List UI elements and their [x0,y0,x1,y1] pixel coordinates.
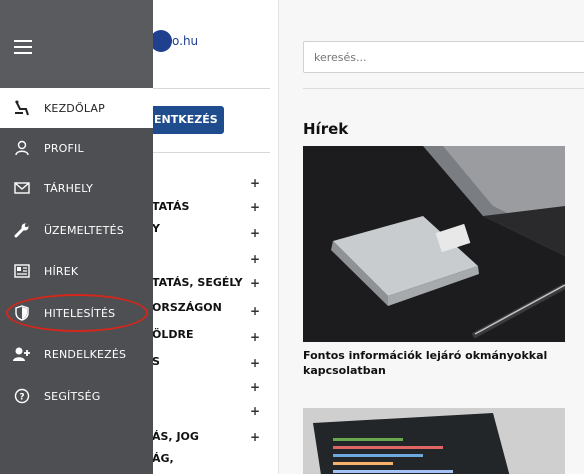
side-menu-item[interactable]: Y [152,222,160,235]
envelope-icon [0,181,44,195]
drawer-header [0,0,153,88]
drawer-item-hitelesites[interactable]: HITELESÍTÉS [0,293,153,333]
drawer-item-label: PROFIL [44,141,84,155]
drawer-item-segitseg[interactable]: ? SEGÍTSÉG [0,376,153,416]
login-button[interactable]: ENTKEZÉS [150,106,224,134]
logo-mark[interactable] [150,30,172,52]
divider [152,88,270,89]
newspaper-icon [0,264,44,278]
side-menu-item[interactable]: ÁS, JOG [152,430,199,443]
drawer-item-profil[interactable]: PROFIL [0,128,153,168]
expand-plus-icon[interactable]: + [250,430,260,444]
drawer-item-hirek[interactable]: HÍREK [0,251,153,291]
expand-plus-icon[interactable]: + [250,276,260,290]
divider [303,88,584,89]
drawer-item-label: HITELESÍTÉS [44,306,116,320]
chair-icon [0,99,44,117]
wrench-icon [0,222,44,238]
expand-plus-icon[interactable]: + [250,252,260,266]
expand-plus-icon[interactable]: + [250,330,260,344]
side-menu-item[interactable]: ÖLDRE [152,328,193,341]
hamburger-menu-icon[interactable] [14,40,36,56]
expand-plus-icon[interactable]: + [250,226,260,240]
drawer-item-label: KEZDŐLAP [44,101,105,115]
drawer-item-rendelkezes[interactable]: RENDELKEZÉS [0,334,153,374]
drawer-item-label: SEGÍTSÉG [44,389,101,403]
news-image[interactable] [303,408,565,474]
user-plus-icon [0,346,44,362]
divider [152,152,270,153]
shield-icon [0,305,44,321]
drawer-item-label: HÍREK [44,264,79,278]
side-menu-item[interactable]: ÁG, [152,452,174,465]
news-image[interactable] [303,146,565,342]
expand-plus-icon[interactable]: + [250,380,260,394]
svg-text:?: ? [19,393,24,403]
side-menu-item[interactable]: S [152,355,160,368]
drawer-item-label: TÁRHELY [44,181,94,195]
drawer-item-label: ÜZEMELTETÉS [44,223,124,237]
drawer-item-kezdolap[interactable]: KEZDŐLAP [0,88,153,128]
expand-plus-icon[interactable]: + [250,356,260,370]
search-input[interactable] [303,41,584,73]
news-title[interactable]: Fontos információk lejáró okmányokkal ka… [303,348,565,378]
side-menu-item[interactable]: ORSZÁGON [152,301,222,314]
expand-plus-icon[interactable]: + [250,304,260,318]
drawer-item-uzemeltetes[interactable]: ÜZEMELTETÉS [0,210,153,250]
logo-text[interactable]: o.hu [172,34,198,48]
section-title: Hírek [303,120,349,138]
side-menu-item[interactable]: TATÁS [152,200,189,213]
side-menu-item[interactable]: TATÁS, SEGÉLY [152,276,243,289]
drawer-item-tarhely[interactable]: TÁRHELY [0,168,153,208]
main-content: Hírek Fontos információk lejáró okmányok… [279,0,584,474]
expand-plus-icon[interactable]: + [250,176,260,190]
user-icon [0,140,44,156]
drawer-item-label: RENDELKEZÉS [44,347,127,361]
expand-plus-icon[interactable]: + [250,404,260,418]
expand-plus-icon[interactable]: + [250,200,260,214]
navigation-drawer: KEZDŐLAP PROFIL TÁRHELY ÜZEMELTETÉS HÍRE… [0,0,153,474]
help-icon: ? [0,388,44,404]
